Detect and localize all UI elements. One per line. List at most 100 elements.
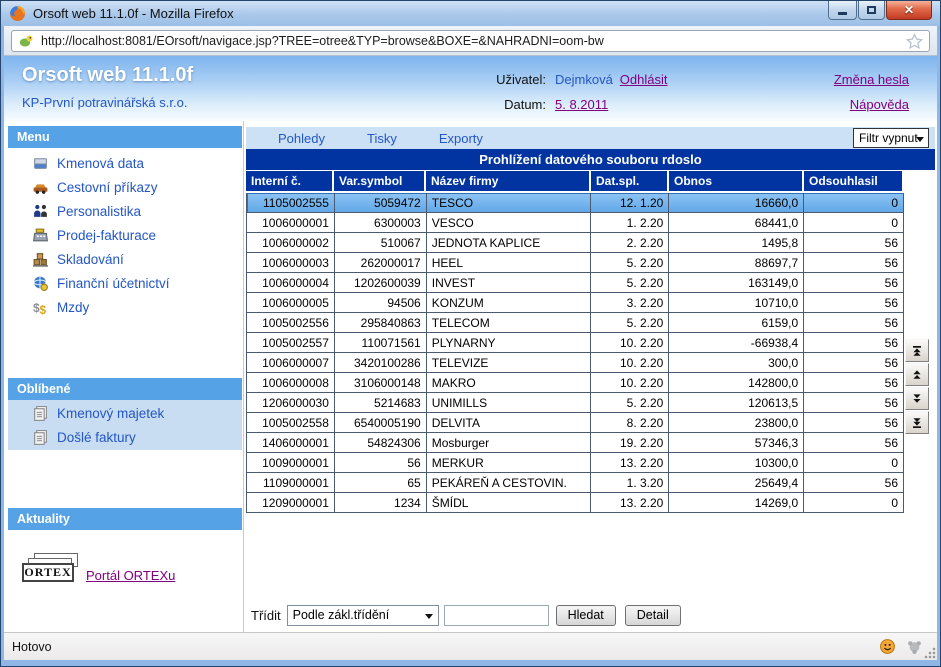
table-cell: 1006000003: [247, 253, 335, 273]
favorite-item[interactable]: Kmenový majetek: [8, 401, 242, 425]
document-stack-icon: [32, 405, 49, 422]
table-row[interactable]: 10050025586540005190DELVITA8. 2.2023800,…: [246, 413, 904, 433]
favorite-item-label: Kmenový majetek: [57, 406, 164, 421]
column-header: Dat.spl.: [591, 171, 669, 193]
ortex-logo[interactable]: ORTEX: [22, 553, 84, 585]
table-row[interactable]: 12060000305214683UNIMILLS5. 2.20120613,5…: [246, 393, 904, 413]
sort-label: Třídit: [251, 608, 281, 623]
table-header: Interní č.Var.symbolNázev firmyDat.spl.O…: [246, 171, 904, 193]
resize-grip[interactable]: [924, 647, 936, 659]
window-title: Orsoft web 11.1.0f - Mozilla Firefox: [33, 6, 234, 21]
table-cell: 1495,8: [669, 233, 804, 253]
ortex-portal: ORTEX Portál ORTEXu: [22, 553, 175, 585]
table-cell: 120613,5: [669, 393, 804, 413]
table-cell: 1009000001: [247, 453, 335, 473]
user-label: Uživatel:: [474, 72, 546, 87]
page-content: Orsoft web 11.1.0f KP-První potravinářsk…: [4, 56, 937, 632]
table-cell: 10. 2.20: [591, 353, 669, 373]
table-cell: 65: [335, 473, 427, 493]
menu-section-header: Menu: [8, 126, 242, 148]
scroll-last-button[interactable]: [905, 411, 929, 434]
tab-exporty[interactable]: Exporty: [439, 131, 483, 146]
bookmark-star-icon[interactable]: [906, 33, 923, 50]
date-link[interactable]: 5. 8.2011: [555, 97, 608, 112]
menu-item[interactable]: Skladování: [8, 247, 242, 271]
ortex-portal-link[interactable]: Portál ORTEXu: [86, 568, 175, 583]
table-cell: 1206000030: [247, 393, 335, 413]
menu-item[interactable]: Prodej-fakturace: [8, 223, 242, 247]
menu-item[interactable]: $$Mzdy: [8, 295, 242, 319]
favorites-section-header: Oblíbené: [8, 378, 242, 400]
scroll-up-button[interactable]: [905, 363, 929, 386]
change-password-link[interactable]: Změna hesla: [834, 72, 909, 87]
table-row[interactable]: 10060000083106000148MAKRO10. 2.20142800,…: [246, 373, 904, 393]
table-cell: 1406000001: [247, 433, 335, 453]
search-input[interactable]: [444, 605, 549, 626]
table-cell: 163149,0: [669, 273, 804, 293]
table-cell: 5. 2.20: [591, 393, 669, 413]
maximize-button[interactable]: [858, 1, 885, 20]
table-row[interactable]: 1006000002510067JEDNOTA KAPLICE2. 2.2014…: [246, 233, 904, 253]
sort-select-value: Podle zákl.třídění: [293, 608, 390, 622]
tab-tisky[interactable]: Tisky: [367, 131, 397, 146]
tab-pohledy[interactable]: Pohledy: [278, 131, 325, 146]
table-cell: 0: [804, 213, 904, 233]
table-row[interactable]: 12090000011234ŠMÍDL13. 2.2014269,00: [246, 493, 904, 513]
help-link[interactable]: Nápověda: [850, 97, 909, 112]
sort-select[interactable]: Podle zákl.třídění: [287, 605, 439, 626]
scroll-down-button[interactable]: [905, 387, 929, 410]
table-cell: 1005002558: [247, 413, 335, 433]
table-cell: 13. 2.20: [591, 453, 669, 473]
table-row[interactable]: 140600000154824306Mosburger19. 2.2057346…: [246, 433, 904, 453]
table-row[interactable]: 11050025555059472TESCO12. 1.2016660,00: [246, 193, 904, 213]
table-cell: 3. 2.20: [591, 293, 669, 313]
table-row[interactable]: 10060000073420100286TELEVIZE10. 2.20300,…: [246, 353, 904, 373]
table-row[interactable]: 10060000041202600039INVEST5. 2.20163149,…: [246, 273, 904, 293]
table-cell: TELECOM: [427, 313, 592, 333]
table-cell: 56: [804, 393, 904, 413]
scroll-first-button[interactable]: [905, 339, 929, 362]
url-bar: http://localhost:8081/EOrsoft/navigace.j…: [4, 26, 937, 56]
url-text: http://localhost:8081/EOrsoft/navigace.j…: [41, 34, 906, 48]
favorite-item[interactable]: Došlé faktury: [8, 425, 242, 449]
table-cell: 10300,0: [669, 453, 804, 473]
table-cell: HEEL: [427, 253, 592, 273]
table-row[interactable]: 1005002557110071561PLYNARNY10. 2.20-6693…: [246, 333, 904, 353]
table-row[interactable]: 110900000165PEKÁREŇ A CESTOVIN.1. 3.2025…: [246, 473, 904, 493]
status-smiley-icon[interactable]: [879, 638, 896, 655]
table-cell: 13. 2.20: [591, 493, 669, 513]
menu-item[interactable]: Cestovní příkazy: [8, 175, 242, 199]
url-input[interactable]: http://localhost:8081/EOrsoft/navigace.j…: [11, 30, 930, 52]
search-button[interactable]: Hledat: [556, 605, 616, 626]
cash-register-icon: [32, 227, 49, 244]
menu-item[interactable]: Personalistika: [8, 199, 242, 223]
menu-item[interactable]: Kmenová data: [8, 151, 242, 175]
detail-button[interactable]: Detail: [625, 605, 681, 626]
favorite-item-label: Došlé faktury: [57, 430, 136, 445]
table-row[interactable]: 100600000594506KONZUM3. 2.2010710,056: [246, 293, 904, 313]
table-cell: 1006000004: [247, 273, 335, 293]
column-header: Var.symbol: [334, 171, 426, 193]
table-row[interactable]: 1006000003262000017HEEL5. 2.2088697,756: [246, 253, 904, 273]
minimize-button[interactable]: [828, 1, 857, 20]
table-row[interactable]: 10060000016300003VESCO1. 2.2068441,00: [246, 213, 904, 233]
table-cell: 5. 2.20: [591, 273, 669, 293]
filter-dropdown[interactable]: Filtr vypnut: [853, 128, 929, 148]
column-header: Interní č.: [246, 171, 334, 193]
close-button[interactable]: ✕: [886, 1, 932, 20]
table-cell: 5059472: [335, 193, 427, 213]
menu-item-label: Skladování: [57, 252, 124, 267]
document-stack-icon: [32, 429, 49, 446]
logout-link[interactable]: Odhlásit: [620, 72, 668, 87]
status-plugin-icon[interactable]: [906, 638, 923, 655]
table-cell: 56: [804, 233, 904, 253]
table-cell: 56: [804, 433, 904, 453]
table-row[interactable]: 1005002556295840863TELECOM5. 2.206159,05…: [246, 313, 904, 333]
table-cell: UNIMILLS: [427, 393, 592, 413]
table-row[interactable]: 100900000156MERKUR13. 2.2010300,00: [246, 453, 904, 473]
user-block: Uživatel: Dejmková Odhlásit Datum: 5. 8.…: [474, 67, 668, 117]
table-cell: 8. 2.20: [591, 413, 669, 433]
menu-item[interactable]: Finanční účetnictví: [8, 271, 242, 295]
app-title: Orsoft web 11.1.0f: [22, 64, 193, 87]
column-header: Obnos: [669, 171, 804, 193]
